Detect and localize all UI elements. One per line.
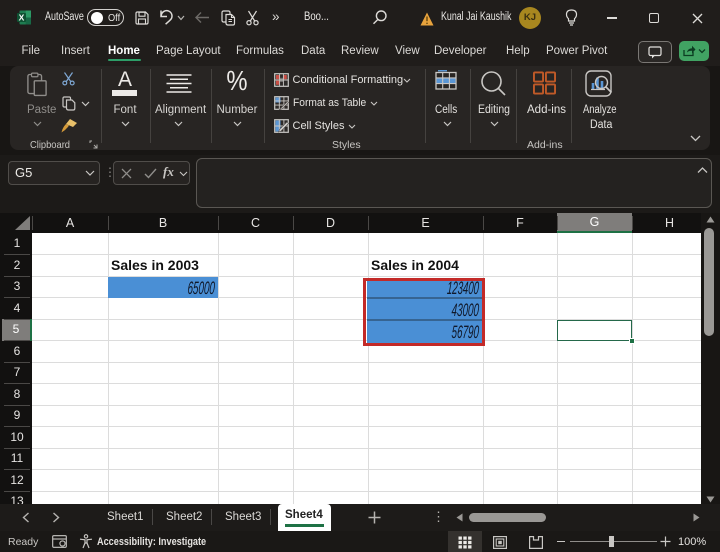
svg-text:X: X <box>19 13 25 23</box>
